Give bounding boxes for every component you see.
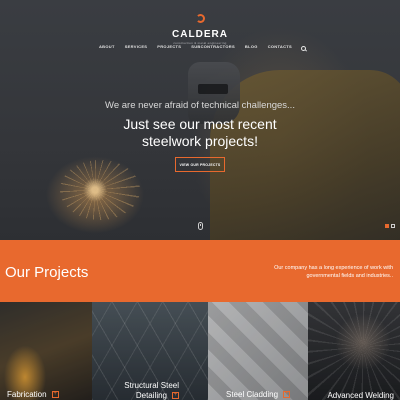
project-tiles: Fabrication + Structural Steel Detailing +… (0, 302, 400, 400)
projects-description: Our company has a long experience of wor… (274, 265, 393, 279)
nav-item-blog[interactable]: BLOG (245, 44, 258, 49)
main-nav: ABOUT SERVICES PROJECTS SUBCONTRACTORS B… (0, 44, 400, 51)
nav-item-subcontractors[interactable]: SUBCONTRACTORS (191, 44, 235, 49)
tile-title: Advanced Welding (327, 391, 394, 400)
welding-mask-image (188, 62, 240, 124)
view-projects-button[interactable]: VIEW OUR PROJECTS (175, 157, 225, 172)
plus-icon[interactable]: + (283, 391, 291, 399)
hero-banner: CALDERA construction & metal engineering… (0, 0, 400, 240)
tile-image (208, 302, 308, 400)
projects-title: Our Projects (5, 264, 89, 281)
sparks-image (60, 160, 140, 220)
tile-image (308, 302, 400, 400)
mouse-scroll-icon[interactable] (198, 222, 203, 230)
tile-image (0, 302, 92, 400)
project-tile-steel-cladding[interactable]: Steel Cladding + (208, 302, 308, 400)
nav-item-projects[interactable]: PROJECTS (157, 44, 181, 49)
hero-title: Just see our most recent steelwork proje… (0, 116, 400, 150)
plus-icon[interactable]: + (51, 391, 59, 399)
logo-icon (195, 14, 205, 23)
tile-label: Advanced Welding (324, 391, 394, 400)
search-icon[interactable] (301, 45, 307, 51)
slider-pagination (383, 224, 395, 228)
project-tile-fabrication[interactable]: Fabrication + (0, 302, 92, 400)
tile-label: Structural Steel Detailing + (99, 381, 179, 400)
hero-title-line2: steelwork projects! (142, 133, 258, 149)
logo[interactable]: CALDERA construction & metal engineering (0, 10, 400, 45)
hero-title-line1: Just see our most recent (123, 116, 277, 132)
tile-label: Steel Cladding + (226, 390, 291, 400)
tile-label: Fabrication + (7, 390, 59, 400)
hero-subtitle: We are never afraid of technical challen… (105, 100, 295, 111)
projects-header: Our Projects Our company has a long expe… (0, 240, 400, 302)
slider-dot-2[interactable] (391, 224, 395, 228)
plus-icon[interactable]: + (172, 392, 179, 400)
tile-title: Steel Cladding (226, 390, 279, 399)
project-tile-structural-steel[interactable]: Structural Steel Detailing + (92, 302, 208, 400)
nav-item-about[interactable]: ABOUT (99, 44, 115, 49)
nav-item-contacts[interactable]: CONTACTS (268, 44, 292, 49)
nav-item-services[interactable]: SERVICES (125, 44, 148, 49)
logo-name: CALDERA (172, 29, 228, 40)
slider-dot-1[interactable] (385, 224, 389, 228)
tile-title: Structural Steel Detailing (124, 381, 179, 400)
tile-title: Fabrication (7, 390, 47, 399)
project-tile-advanced-welding[interactable]: Advanced Welding (308, 302, 400, 400)
